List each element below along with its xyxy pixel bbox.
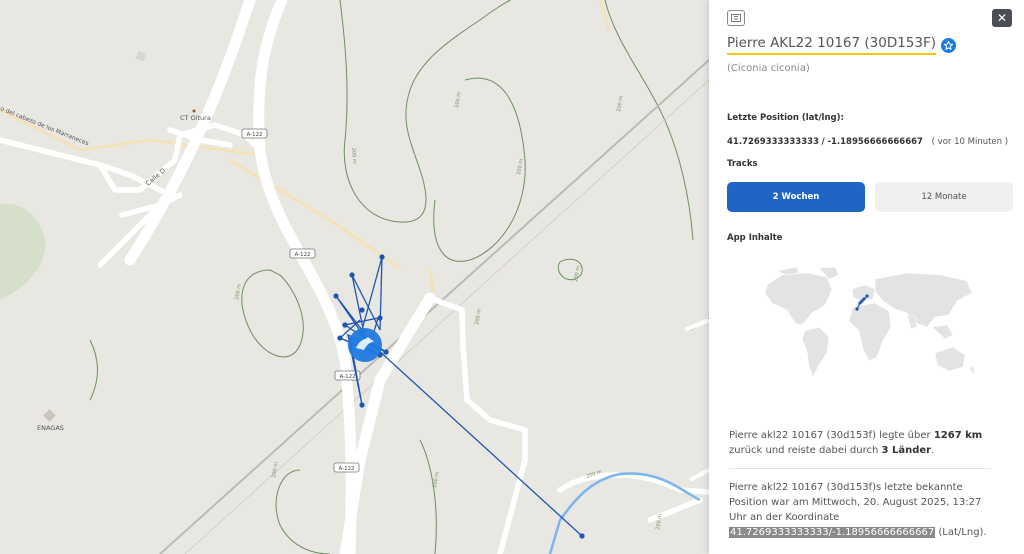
track-point[interactable] <box>359 307 365 313</box>
last-position-label: Letzte Position (lat/lng): <box>727 113 844 123</box>
bird-name: Pierre AKL22 10167 (30D153F) <box>727 35 937 55</box>
latitude-value: 41.7269333333333 <box>727 137 819 147</box>
distance-value: 1267 km <box>933 430 983 441</box>
panel-toggle-icon[interactable] <box>727 10 745 26</box>
divider <box>729 468 991 469</box>
distance-summary: Pierre akl22 10167 (30d153f) legte über … <box>729 428 999 458</box>
bird-info-panel: ✕ Pierre AKL22 10167 (30D153F) (Ciconia … <box>709 0 1024 554</box>
track-point <box>860 299 864 303</box>
summary-text: . <box>931 445 935 456</box>
favorite-star-icon[interactable] <box>941 37 957 53</box>
close-button[interactable]: ✕ <box>992 9 1012 27</box>
road-shield-a122-4: A-122 <box>333 462 360 473</box>
svg-text:A-122: A-122 <box>338 466 354 472</box>
longitude-value: -1.18956666666667 <box>827 137 923 147</box>
track-point[interactable] <box>342 322 348 328</box>
road-shield-a122-1: A-122 <box>241 128 268 139</box>
app-content-label: App Inhalte <box>727 233 783 243</box>
road-shield-a122-2: A-122 <box>289 248 316 259</box>
place-label-ct-oitura: CT Oitura <box>180 114 211 122</box>
summary-text: Pierre akl22 10167 (30d153f)s letzte bek… <box>729 482 982 523</box>
tracks-label: Tracks <box>727 159 758 169</box>
track-point[interactable] <box>377 315 383 321</box>
track-point[interactable] <box>379 254 385 260</box>
track-point <box>865 294 869 298</box>
svg-text:A-122: A-122 <box>294 252 310 258</box>
close-icon: ✕ <box>996 11 1008 25</box>
svg-text:A-122: A-122 <box>339 374 355 380</box>
world-overview-map[interactable] <box>757 265 987 395</box>
tab-12-months[interactable]: 12 Monate <box>875 182 1013 212</box>
track-point[interactable] <box>383 349 389 355</box>
highlighted-coordinate[interactable]: 41.7269333333333/-1.18956666666667 <box>729 527 936 538</box>
summary-text: zurück und reiste dabei durch <box>729 445 879 456</box>
species-name: (Ciconia ciconia) <box>727 63 810 74</box>
summary-text: Pierre akl22 10167 (30d153f) legte über <box>729 430 931 441</box>
track-point[interactable] <box>579 533 585 539</box>
place-label-enagas: ENAGAS <box>37 424 64 432</box>
track-point[interactable] <box>359 402 365 408</box>
time-ago: ( vor 10 Minuten ) <box>931 137 1009 147</box>
tab-2-weeks[interactable]: 2 Wochen <box>727 182 865 212</box>
track-point[interactable] <box>337 335 343 341</box>
poi-dot <box>192 109 196 113</box>
last-position-coords: 41.7269333333333 / -1.18956666666667 ( v… <box>727 137 1008 147</box>
summary-text: (Lat/Lng). <box>938 527 987 538</box>
svg-text:A-122: A-122 <box>246 132 262 138</box>
coord-separator: / <box>821 137 825 147</box>
countries-value: 3 Länder <box>881 445 932 456</box>
track-point[interactable] <box>349 272 355 278</box>
last-known-position-summary: Pierre akl22 10167 (30d153f)s letzte bek… <box>729 480 999 540</box>
track-point[interactable] <box>333 293 339 299</box>
current-position-marker[interactable] <box>348 328 382 362</box>
track-point <box>855 307 859 311</box>
